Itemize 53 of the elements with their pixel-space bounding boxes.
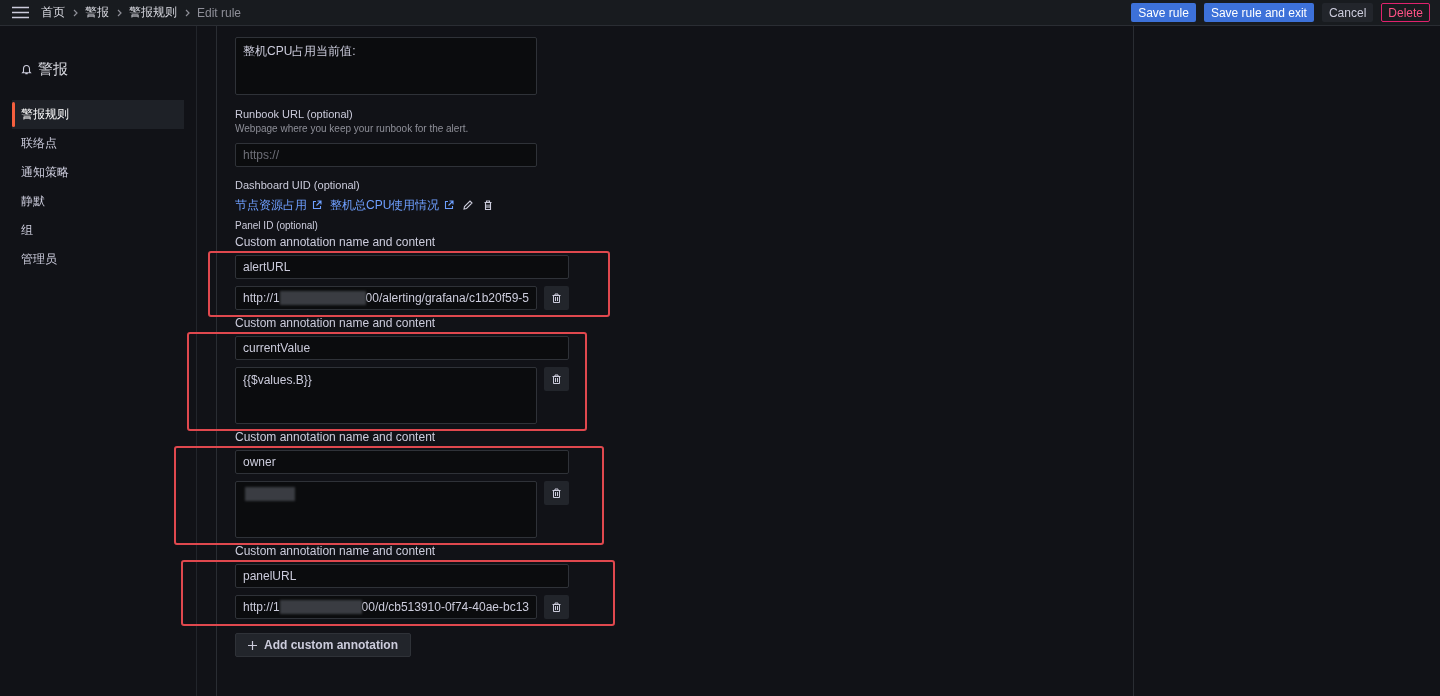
delete-annotation-button[interactable]: [544, 481, 569, 505]
plus-icon: [248, 640, 257, 650]
field-label: Custom annotation name and content: [235, 430, 437, 444]
add-annotation-button[interactable]: Add custom annotation: [235, 633, 411, 657]
annotation-name-field[interactable]: panelURL: [235, 564, 569, 588]
annotation-name-field[interactable]: alertURL: [235, 255, 569, 279]
pencil-icon[interactable]: [462, 199, 475, 211]
external-link-icon: [312, 200, 322, 210]
field-label: Custom annotation name and content: [235, 235, 437, 249]
dashboard-link[interactable]: 整机总CPU使用情况: [330, 196, 455, 214]
trash-icon: [552, 374, 561, 384]
cancel-button[interactable]: Cancel: [1321, 3, 1374, 22]
sidebar-item[interactable]: 通知策略: [12, 158, 184, 187]
delete-button[interactable]: Delete: [1381, 3, 1430, 22]
breadcrumb-link[interactable]: 警报: [85, 4, 109, 21]
menu-icon[interactable]: [12, 6, 29, 19]
runbook-url-field[interactable]: https://: [235, 143, 537, 167]
trash-icon: [552, 488, 561, 498]
save-button[interactable]: Save rule and exit: [1203, 3, 1314, 22]
breadcrumb-link[interactable]: 首页: [41, 4, 65, 21]
annotation-value-field[interactable]: http://1 00/alerting/grafana/c1b20f59-5: [235, 286, 537, 310]
chevron-icon: [71, 8, 79, 17]
chevron-icon: [183, 8, 191, 17]
breadcrumb-link[interactable]: 警报规则: [129, 4, 177, 21]
description-field[interactable]: 整机CPU占用当前值:: [235, 37, 537, 95]
field-label: Dashboard UID (optional): [235, 179, 361, 191]
sidebar-item[interactable]: 联络点: [12, 129, 184, 158]
field-description: Webpage where you keep your runbook for the alert.: [235, 123, 470, 134]
trash-icon[interactable]: [482, 199, 495, 211]
field-label: Runbook URL (optional): [235, 108, 354, 120]
dashboard-link[interactable]: 节点资源占用: [235, 196, 322, 214]
save-button[interactable]: Save rule: [1131, 3, 1196, 22]
chevron-icon: [115, 8, 123, 17]
annotation-value-field[interactable]: http://1 00/d/cb513910-0f74-40ae-bc13: [235, 595, 537, 619]
field-label: Custom annotation name and content: [235, 544, 437, 558]
bell-icon: [21, 64, 32, 75]
sidebar-item[interactable]: 静默: [12, 187, 184, 216]
field-label: Custom annotation name and content: [235, 316, 437, 330]
delete-annotation-button[interactable]: [544, 595, 569, 619]
annotation-value-field[interactable]: [235, 481, 537, 538]
sidebar-item[interactable]: 警报规则: [12, 100, 184, 129]
trash-icon: [552, 602, 561, 612]
delete-annotation-button[interactable]: [544, 286, 569, 310]
annotation-value-field[interactable]: {{$values.B}}: [235, 367, 537, 424]
annotation-name-field[interactable]: currentValue: [235, 336, 569, 360]
field-label: Panel ID (optional): [235, 220, 319, 231]
trash-icon: [552, 293, 561, 303]
annotation-name-field[interactable]: owner: [235, 450, 569, 474]
sidebar-item[interactable]: 组: [12, 216, 184, 245]
delete-annotation-button[interactable]: [544, 367, 569, 391]
external-link-icon: [444, 200, 455, 210]
sidebar-item[interactable]: 管理员: [12, 245, 184, 274]
section-title: 警报: [38, 60, 68, 79]
